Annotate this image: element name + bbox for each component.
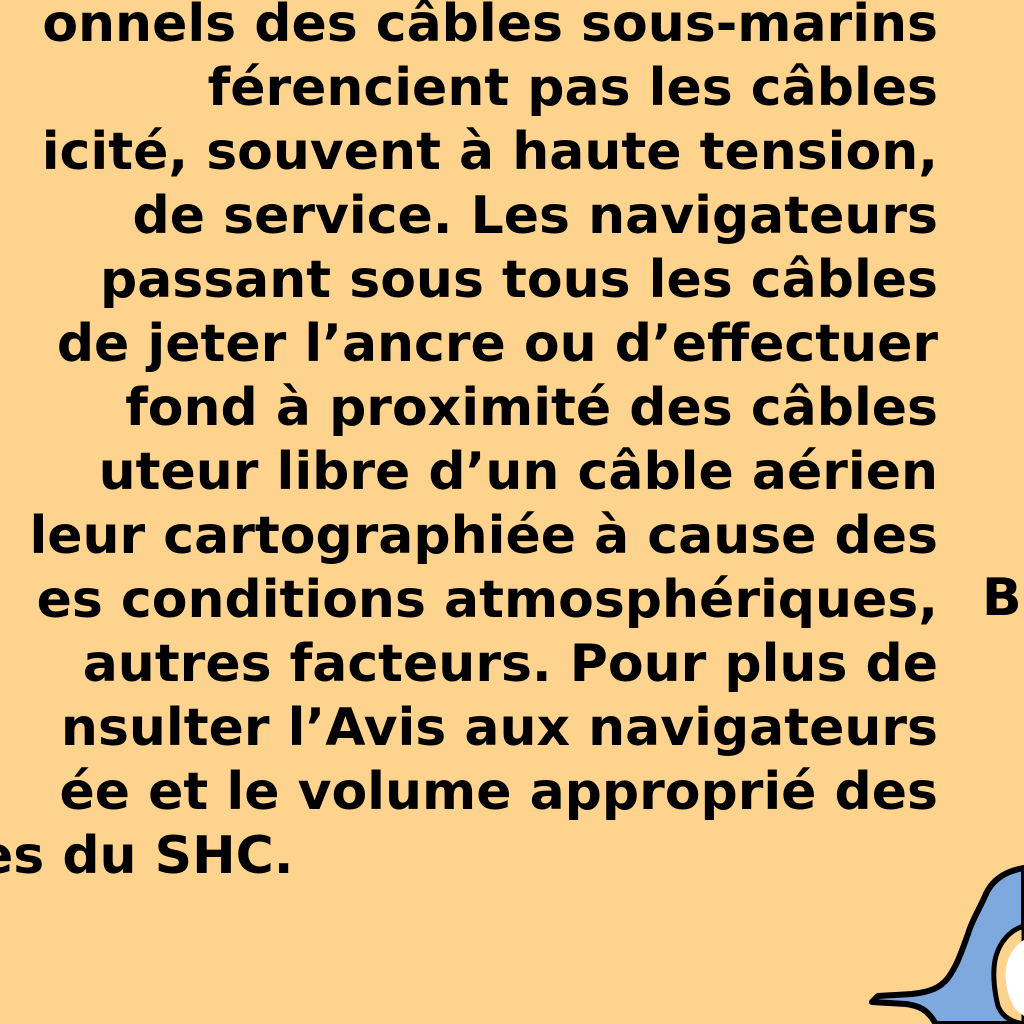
- coastline-water-feature: [869, 865, 1024, 1024]
